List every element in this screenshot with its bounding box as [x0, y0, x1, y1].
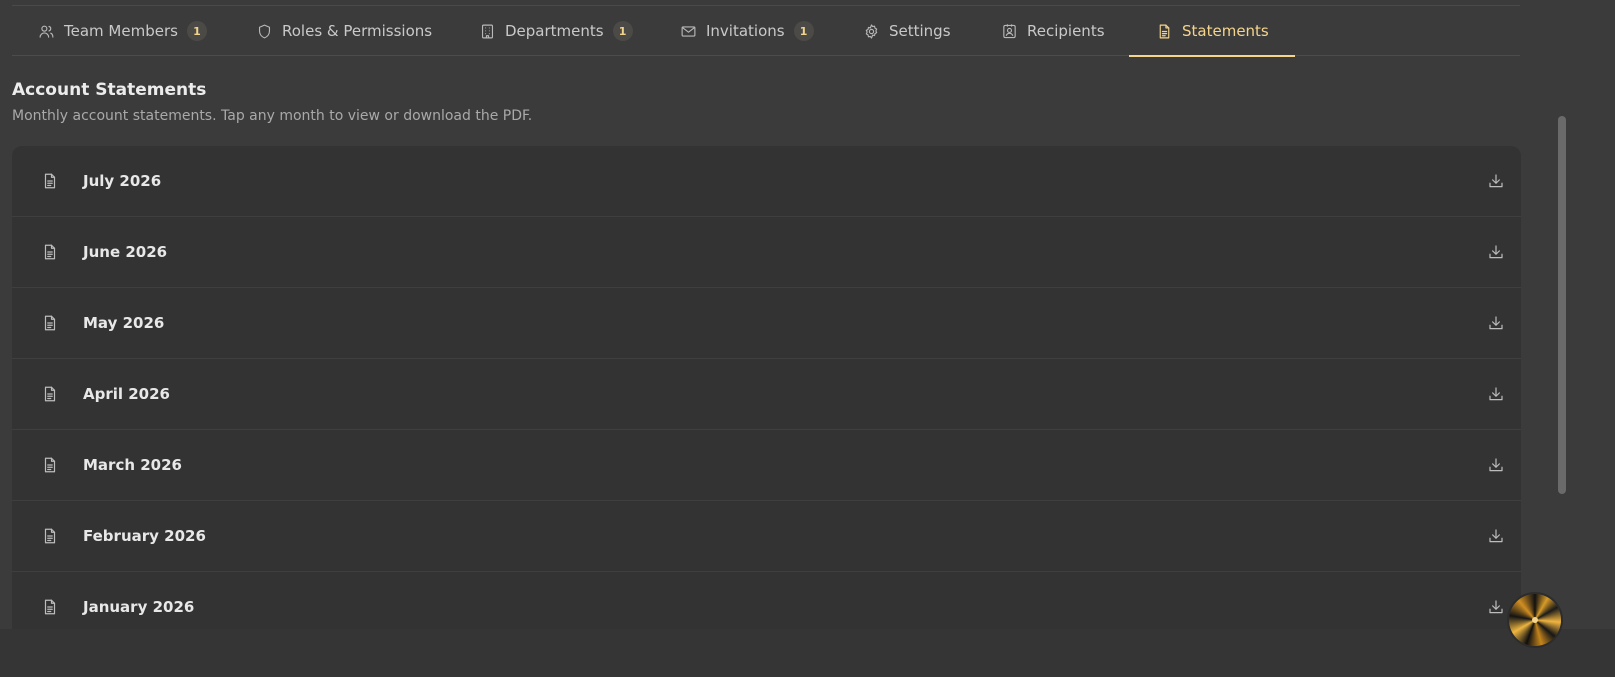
- tab-departments[interactable]: Departments 1: [479, 6, 633, 56]
- statement-month: January 2026: [83, 598, 195, 616]
- document-icon: [44, 599, 56, 615]
- tab-team-members[interactable]: Team Members 1: [38, 6, 207, 56]
- document-icon: [1159, 24, 1170, 38]
- document-icon: [44, 244, 56, 260]
- statement-row[interactable]: April 2026: [12, 359, 1521, 430]
- statement-month: June 2026: [83, 243, 168, 261]
- gear-icon: [865, 23, 878, 39]
- mail-icon: [681, 25, 696, 37]
- contact-icon: [1003, 23, 1016, 38]
- avatar[interactable]: [1509, 594, 1561, 646]
- building-icon: [481, 24, 494, 38]
- document-icon: [44, 457, 56, 473]
- statement-row[interactable]: July 2026: [12, 146, 1521, 217]
- statement-row[interactable]: May 2026: [12, 288, 1521, 359]
- page-subtitle: Monthly account statements. Tap any mont…: [12, 108, 533, 124]
- count-badge: 1: [793, 21, 814, 41]
- shield-icon: [258, 24, 271, 38]
- tab-label: Invitations: [706, 22, 785, 40]
- tab-label: Departments: [505, 22, 604, 40]
- download-icon[interactable]: [1487, 456, 1505, 474]
- statements-list: July 2026 June 2026 May 2026 April 2026 …: [12, 146, 1521, 629]
- page-title: Account Statements: [12, 80, 207, 100]
- statement-month: March 2026: [83, 456, 182, 474]
- document-icon: [44, 528, 56, 544]
- count-badge: 1: [186, 21, 207, 41]
- tab-roles-permissions[interactable]: Roles & Permissions: [256, 6, 432, 56]
- statement-row[interactable]: January 2026: [12, 572, 1521, 629]
- tab-bar: Team Members 1 Roles & Permissions Depar…: [12, 6, 1520, 57]
- download-icon[interactable]: [1487, 527, 1505, 545]
- count-badge: 1: [612, 21, 633, 41]
- statement-row[interactable]: February 2026: [12, 501, 1521, 572]
- users-icon: [39, 25, 54, 38]
- statement-month: May 2026: [83, 314, 165, 332]
- statement-month: July 2026: [83, 172, 162, 190]
- statement-month: April 2026: [83, 385, 170, 403]
- tab-invitations[interactable]: Invitations 1: [680, 6, 814, 56]
- download-icon[interactable]: [1487, 598, 1505, 616]
- tab-label: Settings: [889, 22, 951, 40]
- tab-label: Team Members: [64, 22, 178, 40]
- download-icon[interactable]: [1487, 314, 1505, 332]
- document-icon: [44, 173, 56, 189]
- tab-statements[interactable]: Statements: [1129, 6, 1295, 57]
- tab-recipients[interactable]: Recipients: [1001, 6, 1105, 56]
- download-icon[interactable]: [1487, 172, 1505, 190]
- statement-row[interactable]: June 2026: [12, 217, 1521, 288]
- download-icon[interactable]: [1487, 385, 1505, 403]
- document-icon: [44, 386, 56, 402]
- statement-row[interactable]: March 2026: [12, 430, 1521, 501]
- statement-month: February 2026: [83, 527, 206, 545]
- document-icon: [44, 315, 56, 331]
- tab-label: Recipients: [1027, 22, 1105, 40]
- scrollbar-thumb[interactable]: [1558, 116, 1566, 494]
- tab-label: Statements: [1182, 22, 1269, 40]
- bottom-bar: [0, 629, 1615, 677]
- tab-label: Roles & Permissions: [282, 22, 433, 40]
- page: Team Members 1 Roles & Permissions Depar…: [0, 0, 1615, 677]
- tab-settings[interactable]: Settings: [863, 6, 951, 56]
- download-icon[interactable]: [1487, 243, 1505, 261]
